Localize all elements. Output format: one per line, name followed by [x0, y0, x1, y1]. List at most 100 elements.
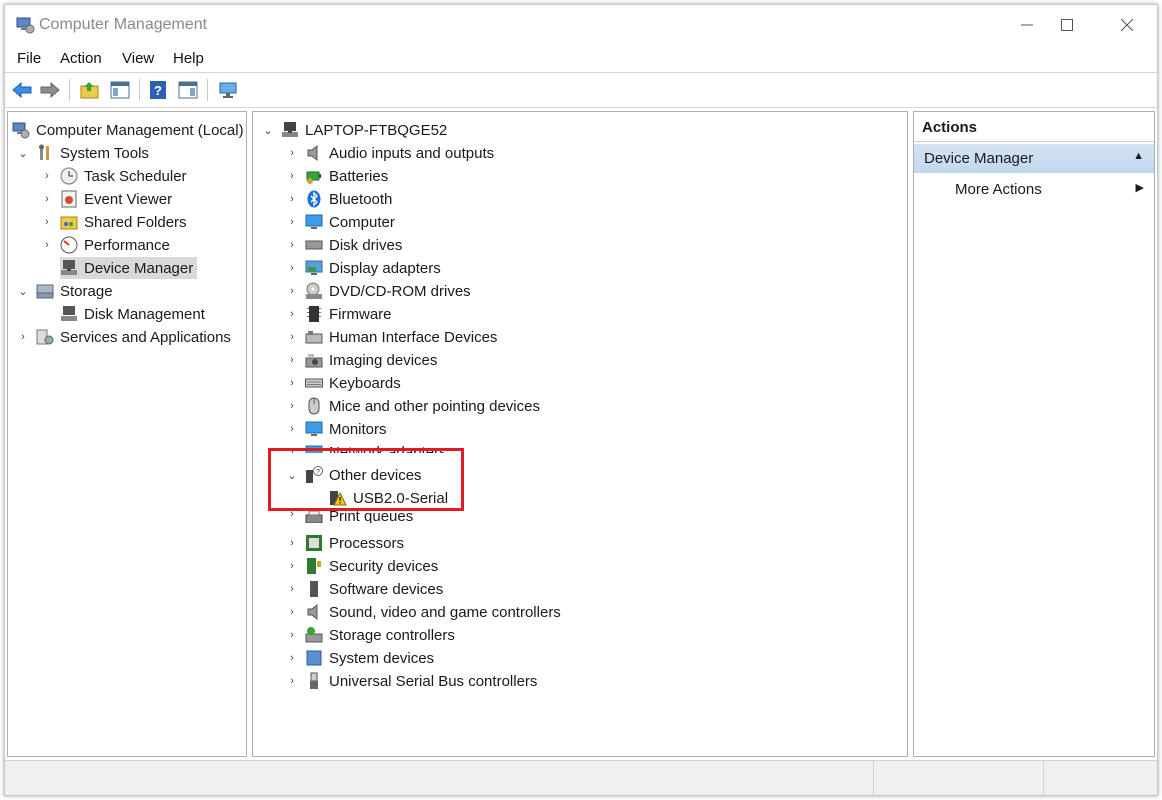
actions-header: Actions — [914, 112, 1154, 142]
actions-section-device-manager[interactable]: Device Manager ▲ — [914, 144, 1154, 173]
device-category-sound[interactable]: › Sound, video and game controllers — [285, 601, 561, 623]
device-category-label: Network adapters — [329, 444, 447, 453]
device-category-print-queues[interactable]: › Print queues — [285, 509, 413, 523]
device-category-label: Audio inputs and outputs — [329, 144, 495, 162]
tree-item-disk-management[interactable]: Disk Management — [60, 303, 205, 325]
device-category-software[interactable]: › Software devices — [285, 578, 443, 600]
device-category-display-adapters[interactable]: › Display adapters — [285, 257, 441, 279]
device-category-firmware[interactable]: › Firmware — [285, 303, 391, 325]
device-category-hid[interactable]: › Human Interface Devices — [285, 326, 497, 348]
chevron-right-icon[interactable]: › — [285, 582, 299, 596]
device-category-dvd-drives[interactable]: › DVD/CD-ROM drives — [285, 280, 471, 302]
device-category-processors[interactable]: › Processors — [285, 532, 404, 554]
chevron-right-icon[interactable]: › — [285, 605, 299, 619]
forward-button[interactable] — [39, 79, 61, 101]
chevron-right-icon[interactable]: › — [285, 399, 299, 413]
help-button[interactable]: ? — [147, 79, 169, 101]
device-category-mice[interactable]: › Mice and other pointing devices — [285, 395, 540, 417]
chevron-right-icon[interactable]: › — [285, 169, 299, 183]
device-category-imaging[interactable]: › Imaging devices — [285, 349, 437, 371]
chevron-right-icon[interactable]: › — [285, 146, 299, 160]
chevron-right-icon[interactable]: › — [40, 238, 54, 252]
actions-section-label: Device Manager — [924, 150, 1034, 167]
chevron-right-icon[interactable]: › — [285, 238, 299, 252]
computer-icon — [281, 121, 299, 139]
chevron-right-icon[interactable]: › — [285, 307, 299, 321]
disk-management-icon — [60, 305, 78, 323]
up-one-level-button[interactable] — [79, 79, 101, 101]
scan-for-hardware-changes-button[interactable] — [217, 79, 239, 101]
computer-management-icon — [15, 15, 35, 35]
chevron-down-icon[interactable]: ⌄ — [16, 146, 30, 160]
chevron-right-icon[interactable]: › — [285, 215, 299, 229]
device-category-network-adapters[interactable]: › Network adapters — [285, 441, 447, 453]
security-device-icon — [305, 557, 323, 575]
device-category-batteries[interactable]: › Batteries — [285, 165, 388, 187]
tree-item-services-and-applications[interactable]: › Services and Applications — [16, 326, 231, 348]
chevron-right-icon[interactable]: › — [285, 651, 299, 665]
chevron-right-icon[interactable]: › — [285, 674, 299, 688]
device-category-audio[interactable]: › Audio inputs and outputs — [285, 142, 494, 164]
menu-file[interactable]: File — [17, 50, 41, 67]
chevron-right-icon[interactable]: › — [40, 215, 54, 229]
show-hide-console-tree-button[interactable] — [109, 79, 131, 101]
maximize-button[interactable] — [1037, 5, 1097, 45]
chevron-right-icon[interactable]: › — [285, 559, 299, 573]
device-category-monitors[interactable]: › Monitors — [285, 418, 386, 440]
storage-icon — [36, 282, 54, 300]
show-hide-action-pane-button[interactable] — [177, 79, 199, 101]
device-category-other-devices[interactable]: ⌄ ? Other devices — [285, 464, 422, 486]
chevron-down-icon[interactable]: ⌄ — [285, 468, 299, 482]
collapse-arrow-icon[interactable]: ▲ — [1133, 150, 1144, 162]
tree-item-computer-management[interactable]: Computer Management (Local) — [12, 119, 244, 141]
chevron-right-icon[interactable]: › — [285, 628, 299, 642]
display-adapter-icon — [305, 259, 323, 277]
chevron-right-icon[interactable]: › — [285, 192, 299, 206]
more-actions-item[interactable]: More Actions ▶ — [914, 175, 1154, 203]
toolbar-separator — [207, 79, 208, 101]
chevron-down-icon[interactable]: ⌄ — [16, 284, 30, 298]
device-category-system[interactable]: › System devices — [285, 647, 434, 669]
back-button[interactable] — [11, 79, 33, 101]
tree-item-performance[interactable]: › Performance — [40, 234, 170, 256]
tree-item-event-viewer[interactable]: › Event Viewer — [40, 188, 172, 210]
device-category-security[interactable]: › Security devices — [285, 555, 438, 577]
device-category-keyboards[interactable]: › Keyboards — [285, 372, 401, 394]
tree-item-system-tools[interactable]: ⌄ System Tools — [16, 142, 149, 164]
menu-action[interactable]: Action — [60, 50, 102, 67]
menu-view[interactable]: View — [122, 50, 154, 67]
device-category-disk-drives[interactable]: › Disk drives — [285, 234, 402, 256]
device-category-bluetooth[interactable]: › Bluetooth — [285, 188, 392, 210]
speaker-icon — [305, 603, 323, 621]
tree-item-label: Task Scheduler — [84, 167, 187, 185]
device-category-usb-controllers[interactable]: › Universal Serial Bus controllers — [285, 670, 537, 692]
chevron-right-icon[interactable]: › — [285, 422, 299, 436]
close-button[interactable] — [1097, 5, 1157, 45]
tree-item-task-scheduler[interactable]: › Task Scheduler — [40, 165, 187, 187]
device-usb2-serial[interactable]: USB2.0-Serial — [329, 487, 448, 509]
chevron-right-icon[interactable]: › — [16, 330, 30, 344]
tree-item-label: Device Manager — [84, 259, 194, 277]
device-manager-icon — [60, 259, 78, 277]
chevron-right-icon[interactable]: › — [285, 445, 299, 453]
tree-item-storage[interactable]: ⌄ Storage — [16, 280, 112, 302]
tree-item-device-manager[interactable]: Device Manager — [60, 257, 198, 279]
menu-help[interactable]: Help — [173, 50, 204, 67]
chevron-right-icon[interactable]: › — [285, 509, 299, 521]
device-category-computer[interactable]: › Computer — [285, 211, 395, 233]
device-category-label: DVD/CD-ROM drives — [329, 282, 471, 300]
title-bar: Computer Management — [5, 5, 1157, 45]
chevron-right-icon[interactable]: › — [285, 330, 299, 344]
chevron-right-icon[interactable]: › — [285, 261, 299, 275]
scan-hardware-icon — [219, 82, 237, 98]
chevron-right-icon[interactable]: › — [285, 536, 299, 550]
device-root-computer[interactable]: ⌄ LAPTOP-FTBQGE52 — [261, 119, 447, 141]
chevron-right-icon[interactable]: › — [40, 192, 54, 206]
chevron-right-icon[interactable]: › — [40, 169, 54, 183]
chevron-down-icon[interactable]: ⌄ — [261, 123, 275, 137]
device-category-storage-controllers[interactable]: › Storage controllers — [285, 624, 455, 646]
chevron-right-icon[interactable]: › — [285, 376, 299, 390]
tree-item-shared-folders[interactable]: › Shared Folders — [40, 211, 186, 233]
chevron-right-icon[interactable]: › — [285, 353, 299, 367]
chevron-right-icon[interactable]: › — [285, 284, 299, 298]
